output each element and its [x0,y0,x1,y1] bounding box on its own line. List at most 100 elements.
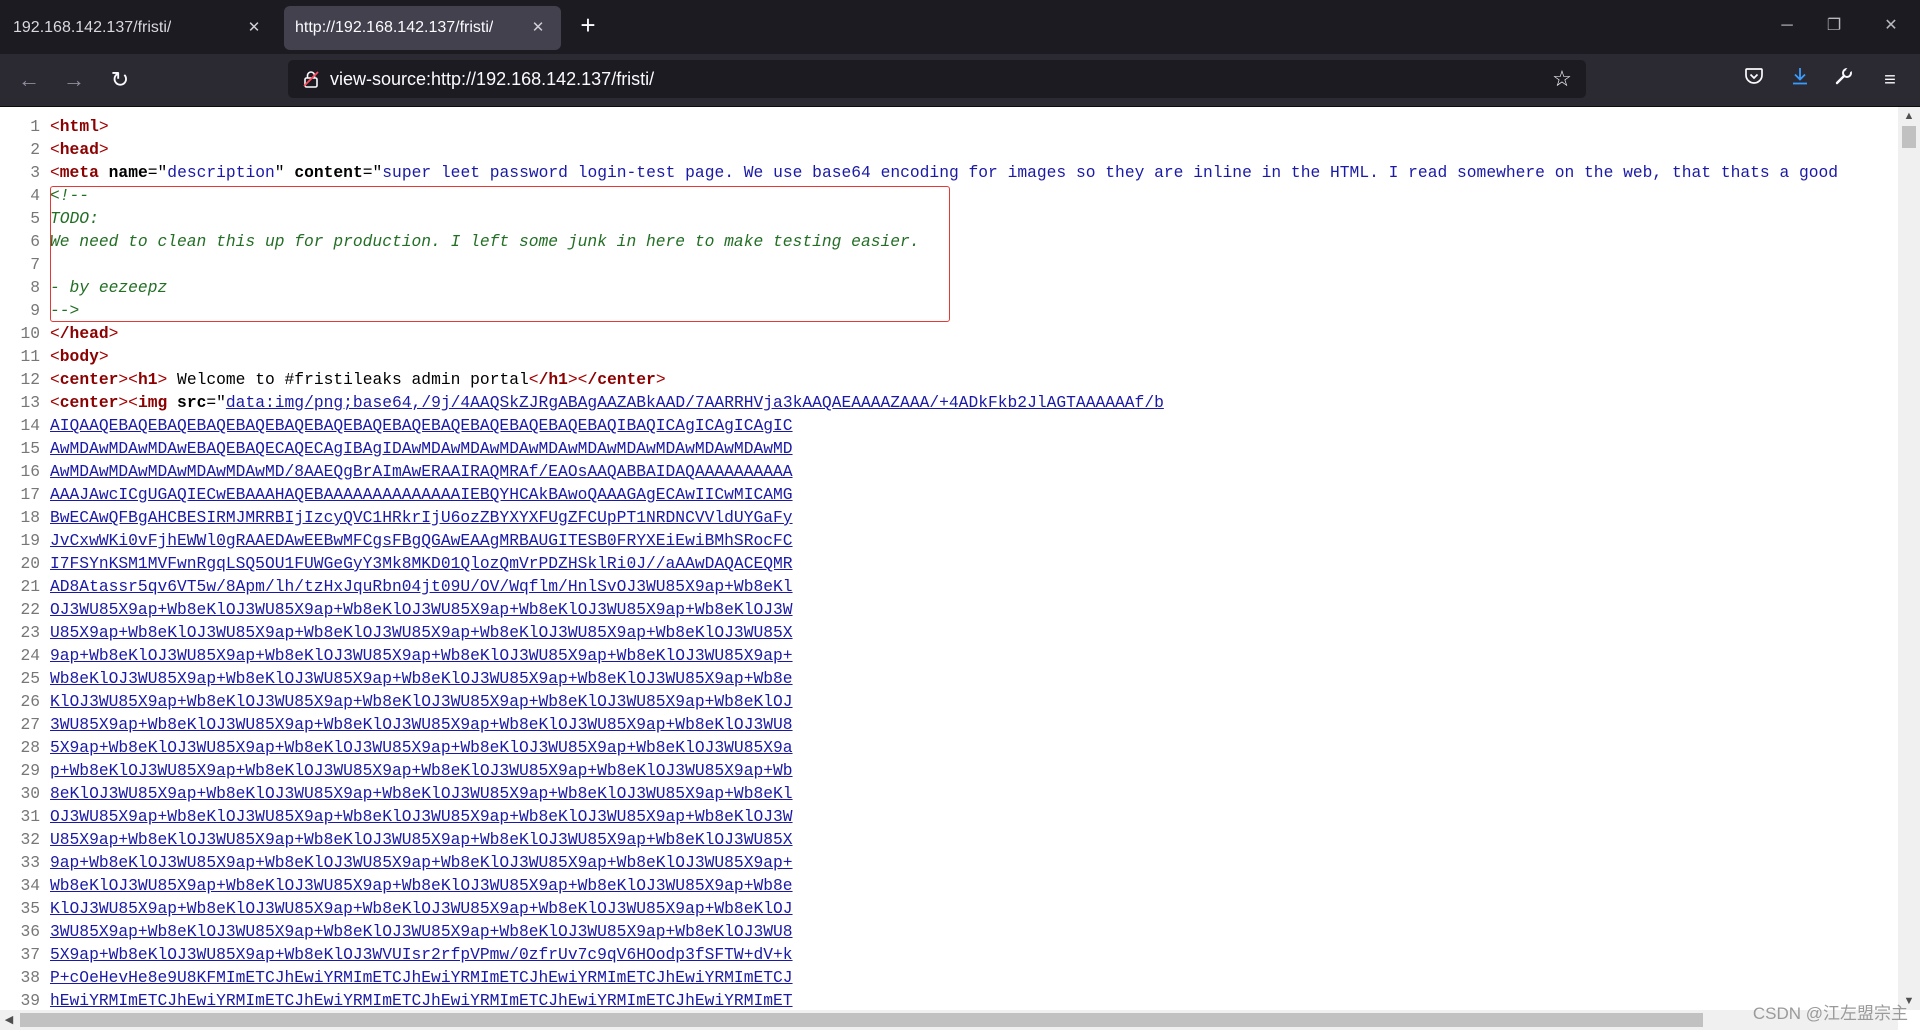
source-line: 28 5X9ap+Wb8eKlOJ3WU85X9ap+Wb8eKlOJ3WU85X… [0,736,1898,759]
data-uri-link[interactable]: P+cOeHevHe8e9U8KFMImETCJhEwiYRMImETCJhEw… [50,968,793,987]
wrench-icon[interactable] [1830,65,1858,94]
scroll-left-arrow-icon[interactable]: ◀ [0,1010,18,1030]
data-uri-link[interactable]: AD8Atassr5qv6VT5w/8Apm/lh/tzHxJquRbn04jt… [50,577,793,596]
data-uri-link[interactable]: 9ap+Wb8eKlOJ3WU85X9ap+Wb8eKlOJ3WU85X9ap+… [50,853,793,872]
source-viewer: 1 <html> 2 <head> 3 <meta name="description… [0,107,1898,1010]
close-tab-icon[interactable]: ✕ [243,17,265,39]
line-number: 31 [20,807,40,826]
data-uri-link[interactable]: U85X9ap+Wb8eKlOJ3WU85X9ap+Wb8eKlOJ3WU85X… [50,623,793,642]
horizontal-scrollbar[interactable]: ◀ [0,1010,1898,1030]
line-number: 39 [20,991,40,1010]
data-uri-link[interactable]: AAAJAwcICgUGAQIECwEBAAAHAQEBAAAAAAAAAAAA… [50,485,793,504]
line-number: 28 [20,738,40,757]
line-number: 16 [20,462,40,481]
source-line: 16 AwMDAwMDAwMDAwMDAwMDAwMD/8AAEQgBrAImAw… [0,460,1898,483]
data-uri-link[interactable]: Wb8eKlOJ3WU85X9ap+Wb8eKlOJ3WU85X9ap+Wb8e… [50,876,793,895]
data-uri-link[interactable]: KlOJ3WU85X9ap+Wb8eKlOJ3WU85X9ap+Wb8eKlOJ… [50,692,793,711]
horizontal-scroll-thumb[interactable] [20,1013,1703,1027]
tag: body [59,347,99,366]
source-line: 22 OJ3WU85X9ap+Wb8eKlOJ3WU85X9ap+Wb8eKlOJ… [0,598,1898,621]
line-number: 26 [20,692,40,711]
forward-arrow-icon[interactable]: → [61,67,87,93]
bookmark-star-icon[interactable]: ☆ [1550,67,1574,91]
downloads-icon[interactable] [1786,66,1814,94]
data-uri-link[interactable]: hEwiYRMImETCJhEwiYRMImETCJhEwiYRMImETCJh… [50,991,793,1010]
navigation-toolbar: ← → ↻ view-source:http://192.168.142.137… [0,54,1920,107]
data-uri-link[interactable]: 3WU85X9ap+Wb8eKlOJ3WU85X9ap+Wb8eKlOJ3WU8… [50,922,793,941]
insecure-lock-icon[interactable] [302,70,320,88]
tag: /h1 [538,370,568,389]
line-number: 24 [20,646,40,665]
data-uri-link[interactable]: AwMDAwMDAwMDAwMDAwMDAwMD/8AAEQgBrAImAwER… [50,462,793,481]
line-number: 27 [20,715,40,734]
source-line: 23 U85X9ap+Wb8eKlOJ3WU85X9ap+Wb8eKlOJ3WU8… [0,621,1898,644]
tag: html [59,117,99,136]
data-uri-link[interactable]: I7FSYnKSM1MVFwnRgqLSQ5OU1FUWGeGyY3Mk8MKD… [50,554,793,573]
line-number: 7 [30,255,40,274]
data-uri-link[interactable]: U85X9ap+Wb8eKlOJ3WU85X9ap+Wb8eKlOJ3WU85X… [50,830,793,849]
data-uri-link[interactable]: 9ap+Wb8eKlOJ3WU85X9ap+Wb8eKlOJ3WU85X9ap+… [50,646,793,665]
data-uri-link[interactable]: BwECAwQFBgAHCBESIRMJMRRBIjIzcyQVC1HRkrIj… [50,508,793,527]
minimize-icon[interactable]: ─ [1776,15,1798,37]
restore-icon[interactable]: ❐ [1823,15,1845,37]
source-line: 26 KlOJ3WU85X9ap+Wb8eKlOJ3WU85X9ap+Wb8eKl… [0,690,1898,713]
line-number: 11 [20,347,40,366]
source-line: 19 JvCxwWKi0vFjhEWWl0gRAAEDAwEEBwMFCgsFBg… [0,529,1898,552]
address-bar[interactable]: view-source:http://192.168.142.137/frist… [288,60,1586,98]
data-uri-link[interactable]: data:img/png;base64,/9j/4AAQSkZJRgABAgAA… [226,393,1164,412]
source-line: 11 <body> [0,345,1898,368]
menu-icon[interactable]: ≡ [1876,66,1904,94]
source-line: 21 AD8Atassr5qv6VT5w/8Apm/lh/tzHxJquRbn04… [0,575,1898,598]
tab-title: http://192.168.142.137/fristi/ [295,19,494,36]
data-uri-link[interactable]: JvCxwWKi0vFjhEWWl0gRAAEDAwEEBwMFCgsFBgQG… [50,531,793,550]
data-uri-link[interactable]: Wb8eKlOJ3WU85X9ap+Wb8eKlOJ3WU85X9ap+Wb8e… [50,669,793,688]
source-line: 24 9ap+Wb8eKlOJ3WU85X9ap+Wb8eKlOJ3WU85X9a… [0,644,1898,667]
data-uri-link[interactable]: AwMDAwMDAwMDAwEBAQEBAQECAQECAgIBAgIDAwMD… [50,439,793,458]
source-line: 13 <center><img src="data:img/png;base64,… [0,391,1898,414]
line-number: 25 [20,669,40,688]
new-tab-icon[interactable]: + [576,12,600,39]
vertical-scroll-thumb[interactable] [1902,126,1916,148]
line-number: 35 [20,899,40,918]
comment-text: TODO: [50,209,99,228]
source-line: 39 hEwiYRMImETCJhEwiYRMImETCJhEwiYRMImETC… [0,989,1898,1010]
tab-fristi[interactable]: 192.168.142.137/fristi/ ✕ [0,6,277,50]
source-line: 32 U85X9ap+Wb8eKlOJ3WU85X9ap+Wb8eKlOJ3WU8… [0,828,1898,851]
back-arrow-icon[interactable]: ← [16,67,42,93]
data-uri-link[interactable]: OJ3WU85X9ap+Wb8eKlOJ3WU85X9ap+Wb8eKlOJ3W… [50,600,793,619]
data-uri-link[interactable]: 3WU85X9ap+Wb8eKlOJ3WU85X9ap+Wb8eKlOJ3WU8… [50,715,793,734]
attr-name: content [294,163,363,182]
window-close-icon[interactable]: ✕ [1880,15,1902,37]
heading-text: Welcome to #fristileaks admin portal [167,370,529,389]
tag: img [137,393,168,412]
tag: /center [587,370,656,389]
data-uri-link[interactable]: p+Wb8eKlOJ3WU85X9ap+Wb8eKlOJ3WU85X9ap+Wb… [50,761,793,780]
pocket-icon[interactable] [1740,66,1768,94]
close-tab-icon[interactable]: ✕ [527,17,549,39]
url-text: view-source:http://192.168.142.137/frist… [330,69,655,89]
data-uri-link[interactable]: 5X9ap+Wb8eKlOJ3WU85X9ap+Wb8eKlOJ3WU85X9a… [50,738,793,757]
line-number: 32 [20,830,40,849]
line-number: 17 [20,485,40,504]
vertical-scrollbar[interactable]: ▲ ▼ [1898,107,1920,1010]
watermark: CSDN @江左盟宗主 [1752,1004,1908,1023]
tag: h1 [137,370,158,389]
scroll-up-arrow-icon[interactable]: ▲ [1898,107,1920,125]
data-uri-link[interactable]: 8eKlOJ3WU85X9ap+Wb8eKlOJ3WU85X9ap+Wb8eKl… [50,784,793,803]
line-number: 33 [20,853,40,872]
source-line: 17 AAAJAwcICgUGAQIECwEBAAAHAQEBAAAAAAAAAA… [0,483,1898,506]
line-number: 6 [30,232,40,251]
source-line: 25 Wb8eKlOJ3WU85X9ap+Wb8eKlOJ3WU85X9ap+Wb… [0,667,1898,690]
tag: meta [59,163,99,182]
tab-view-source[interactable]: http://192.168.142.137/fristi/ ✕ [284,6,561,50]
source-line: 30 8eKlOJ3WU85X9ap+Wb8eKlOJ3WU85X9ap+Wb8e… [0,782,1898,805]
line-number: 14 [20,416,40,435]
source-line: 5 TODO: [0,207,1898,230]
source-line: 3 <meta name="description" content="super… [0,161,1898,184]
data-uri-link[interactable]: KlOJ3WU85X9ap+Wb8eKlOJ3WU85X9ap+Wb8eKlOJ… [50,899,793,918]
data-uri-link[interactable]: 5X9ap+Wb8eKlOJ3WU85X9ap+Wb8eKlOJ3WVUIsr2… [50,945,793,964]
source-line: 34 Wb8eKlOJ3WU85X9ap+Wb8eKlOJ3WU85X9ap+Wb… [0,874,1898,897]
reload-icon[interactable]: ↻ [107,67,133,93]
data-uri-link[interactable]: AIQAAQEBAQEBAQEBAQEBAQEBAQEBAQEBAQEBAQEB… [50,416,793,435]
data-uri-link[interactable]: OJ3WU85X9ap+Wb8eKlOJ3WU85X9ap+Wb8eKlOJ3W… [50,807,793,826]
